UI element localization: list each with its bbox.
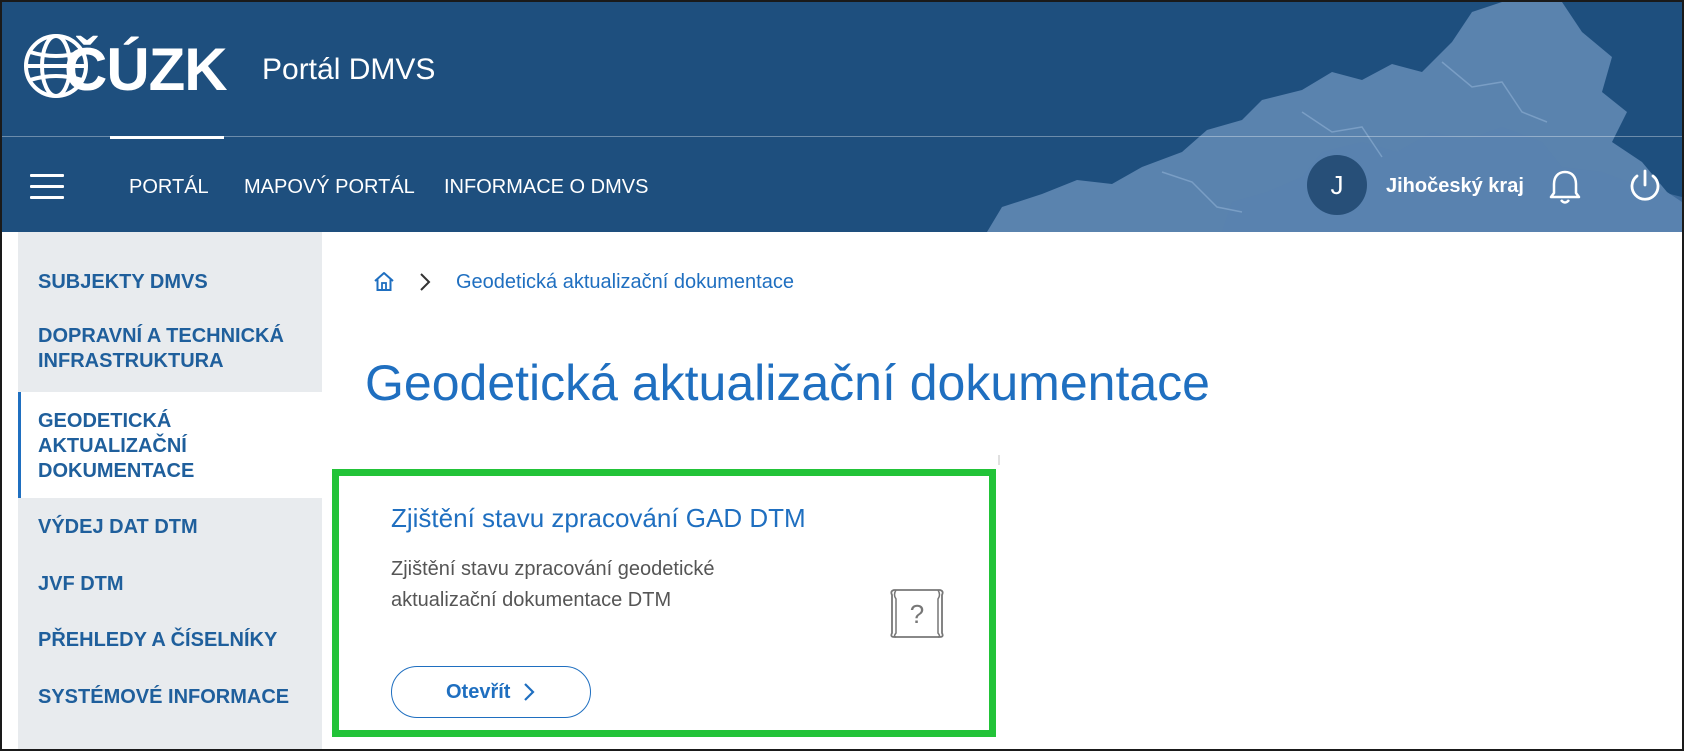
sidebar-item-dopravni-technicka-infrastruktura[interactable]: DOPRAVNÍ A TECHNICKÁ INFRASTRUKTURA	[18, 324, 322, 374]
app-header: ČÚZK Portál DMVS PORTÁL MAPOVÝ PORTÁL IN…	[2, 2, 1682, 232]
user-region-selector[interactable]: Jihočeský kraj	[1386, 173, 1524, 199]
portal-title: Portál DMVS	[262, 53, 436, 86]
sidebar-item-prehledy-a-ciselniky[interactable]: PŘEHLEDY A ČÍSELNÍKY	[18, 628, 322, 653]
bell-icon[interactable]	[1548, 168, 1582, 206]
svg-text:ČÚZK: ČÚZK	[64, 36, 227, 102]
sidebar-item-jvf-dtm[interactable]: JVF DTM	[18, 572, 322, 597]
page-title: Geodetická aktualizační dokumentace	[365, 355, 1210, 411]
sidebar: SUBJEKTY DMVS DOPRAVNÍ A TECHNICKÁ INFRA…	[18, 232, 322, 749]
user-avatar[interactable]: J	[1307, 155, 1367, 215]
open-button-label: Otevřít	[446, 681, 511, 703]
nav-portal[interactable]: PORTÁL	[129, 174, 209, 200]
service-card: Zjištění stavu zpracování GAD DTM Zjiště…	[332, 469, 996, 737]
chevron-right-icon	[420, 273, 431, 291]
sidebar-item-systemove-informace[interactable]: SYSTÉMOVÉ INFORMACE	[18, 685, 322, 710]
nav-active-indicator	[110, 136, 224, 139]
hamburger-menu-icon[interactable]	[30, 174, 64, 200]
header-top-bar: ČÚZK Portál DMVS	[2, 2, 1682, 137]
card-description: Zjištění stavu zpracování geodetické akt…	[391, 558, 715, 611]
sidebar-item-subjekty-dmvs[interactable]: SUBJEKTY DMVS	[18, 270, 322, 295]
card-divider	[998, 455, 1000, 465]
nav-informace-o-dmvs[interactable]: INFORMACE O DMVS	[444, 174, 648, 200]
card-title[interactable]: Zjištění stavu zpracování GAD DTM	[391, 502, 806, 534]
svg-text:?: ?	[910, 599, 924, 629]
nav-mapovy-portal[interactable]: MAPOVÝ PORTÁL	[244, 174, 415, 200]
open-button[interactable]: Otevřít	[391, 666, 591, 718]
cuzk-logo[interactable]: ČÚZK	[18, 26, 233, 102]
browser-viewport: ČÚZK Portál DMVS PORTÁL MAPOVÝ PORTÁL IN…	[0, 0, 1684, 751]
map-question-icon: ?	[890, 589, 944, 638]
power-icon[interactable]	[1627, 168, 1663, 204]
sidebar-item-geodeticka-aktualizacni-dokumentace[interactable]: GEODETICKÁ AKTUALIZAČNÍ DOKUMENTACE	[18, 392, 322, 498]
breadcrumb-current[interactable]: Geodetická aktualizační dokumentace	[456, 269, 794, 295]
home-icon[interactable]	[372, 270, 396, 294]
chevron-right-icon	[524, 683, 535, 701]
sidebar-item-vydej-dat-dtm[interactable]: VÝDEJ DAT DTM	[18, 515, 322, 540]
